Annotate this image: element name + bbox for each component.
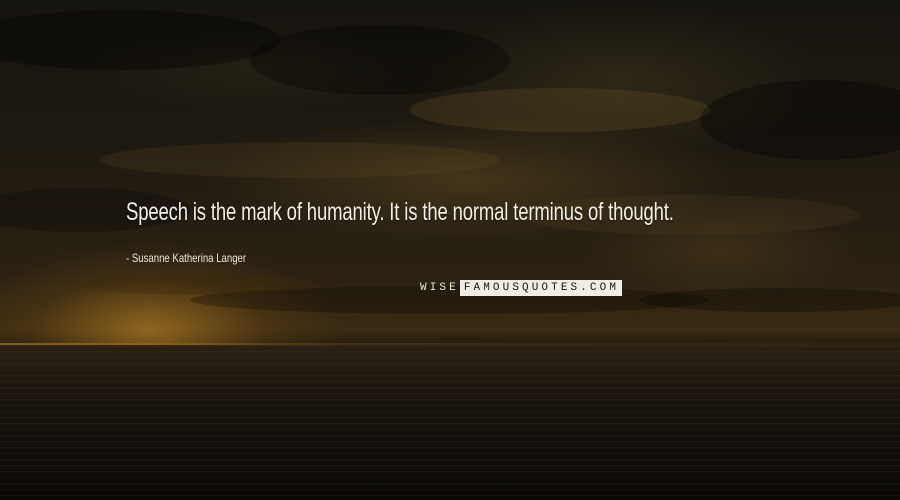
sunset-background: Speech is the mark of humanity. It is th…	[0, 0, 900, 500]
quote-text: Speech is the mark of humanity. It is th…	[126, 198, 674, 226]
sea	[0, 345, 900, 500]
watermark-logo: WISE FAMOUSQUOTES.COM	[420, 280, 623, 296]
watermark-prefix: WISE	[420, 282, 459, 294]
quote-author: - Susanne Katherina Langer	[126, 251, 247, 265]
watermark-boxed: FAMOUSQUOTES.COM	[459, 280, 623, 296]
